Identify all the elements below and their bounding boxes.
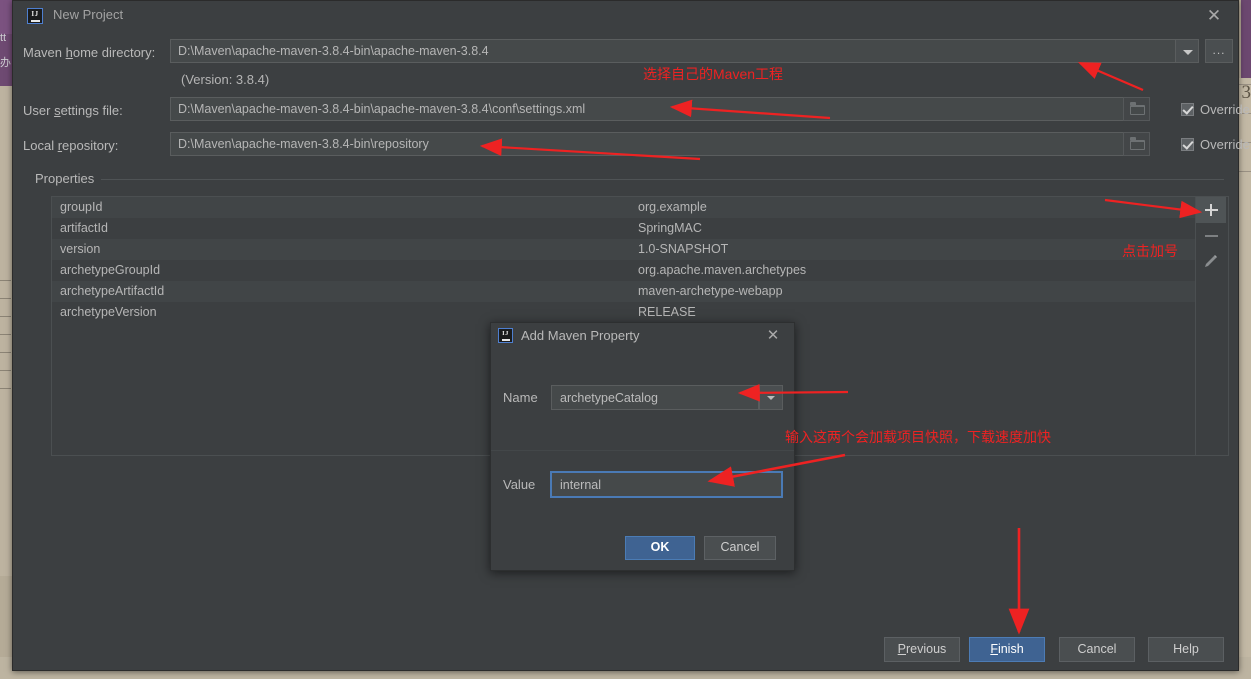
finish-button[interactable]: Finish <box>969 637 1045 662</box>
previous-button[interactable]: Previous <box>884 637 960 662</box>
properties-table[interactable]: groupId org.example artifactId SpringMAC ver… <box>52 197 1219 323</box>
user-settings-override[interactable]: Override <box>1181 102 1250 117</box>
local-repository-browse-button[interactable] <box>1123 132 1150 156</box>
table-row[interactable]: version 1.0-SNAPSHOT <box>52 239 1219 260</box>
property-key: archetypeVersion <box>60 305 157 319</box>
maven-version-text: (Version: 3.8.4) <box>181 72 270 87</box>
property-key: archetypeGroupId <box>60 263 161 277</box>
maven-home-input[interactable]: D:\Maven\apache-maven-3.8.4-bin\apache-m… <box>170 39 1185 63</box>
name-label: Name <box>503 390 538 405</box>
table-row[interactable]: artifactId SpringMAC <box>52 218 1219 239</box>
add-maven-property-dialog: IJ Add Maven Property ✕ Name archetypeCa… <box>490 322 795 571</box>
maven-home-label: Maven home directory: <box>23 45 156 60</box>
intellij-logo-icon: IJ <box>498 328 513 343</box>
local-repository-input[interactable]: D:\Maven\apache-maven-3.8.4-bin\reposito… <box>170 132 1125 156</box>
new-project-dialog: IJ New Project ✕ Maven home directory: D… <box>12 0 1250 671</box>
dialog-title: Add Maven Property <box>521 328 640 343</box>
maven-home-dropdown-arrow[interactable] <box>1175 39 1199 63</box>
background-left-lines <box>0 280 11 430</box>
properties-group-label: Properties <box>35 171 102 186</box>
cancel-button[interactable]: Cancel <box>704 536 776 560</box>
background-purple-strip-right <box>1241 0 1251 78</box>
user-settings-browse-button[interactable] <box>1123 97 1150 121</box>
property-value: org.apache.maven.archetypes <box>638 263 807 277</box>
property-value: org.example <box>638 200 707 214</box>
background-left-text-1: tt <box>0 32 7 44</box>
table-row[interactable]: archetypeArtifactId maven-archetype-webap… <box>52 281 1219 302</box>
background-right-number: 3 <box>1241 82 1251 103</box>
value-input[interactable]: internal <box>550 471 783 498</box>
table-row[interactable]: archetypeVersion RELEASE <box>52 302 1219 323</box>
name-dropdown-arrow[interactable] <box>759 385 783 410</box>
property-value: RELEASE <box>638 305 696 319</box>
background-purple-strip-top <box>0 0 12 34</box>
folder-icon <box>1130 137 1145 150</box>
close-icon[interactable]: ✕ <box>1204 6 1224 26</box>
plus-icon[interactable] <box>1196 197 1226 223</box>
user-settings-label: User settings file: <box>23 103 123 118</box>
override-checkbox-1[interactable] <box>1181 103 1194 116</box>
dialog-divider <box>491 450 794 451</box>
property-value: maven-archetype-webapp <box>638 284 783 298</box>
help-button[interactable]: Help <box>1148 637 1224 662</box>
folder-icon <box>1130 102 1145 115</box>
table-row[interactable]: groupId org.example <box>52 197 1219 218</box>
property-key: version <box>60 242 101 256</box>
table-row[interactable]: archetypeGroupId org.apache.maven.archety… <box>52 260 1219 281</box>
property-key: groupId <box>60 200 103 214</box>
value-label: Value <box>503 477 536 492</box>
property-key: archetypeArtifactId <box>60 284 165 298</box>
property-value: 1.0-SNAPSHOT <box>638 242 729 256</box>
property-value: SpringMAC <box>638 221 702 235</box>
window-title: New Project <box>53 7 124 22</box>
properties-group-rule <box>35 179 1224 180</box>
properties-toolbar <box>1195 197 1228 455</box>
property-key: artifactId <box>60 221 108 235</box>
minus-icon[interactable] <box>1196 223 1226 249</box>
user-settings-input[interactable]: D:\Maven\apache-maven-3.8.4-bin\apache-m… <box>170 97 1125 121</box>
dialog-titlebar: IJ Add Maven Property ✕ <box>491 323 794 350</box>
override-checkbox-2[interactable] <box>1181 138 1194 151</box>
intellij-logo-icon: IJ <box>27 8 43 24</box>
window-titlebar: IJ New Project ✕ <box>13 1 1238 31</box>
wizard-cancel-button[interactable]: Cancel <box>1059 637 1135 662</box>
name-input[interactable]: archetypeCatalog <box>551 385 759 410</box>
background-left-text-2: 办 <box>0 57 11 69</box>
close-icon[interactable]: ✕ <box>764 327 782 345</box>
maven-home-browse-button[interactable]: ... <box>1205 39 1233 63</box>
local-repository-label: Local repository: <box>23 138 119 153</box>
pencil-icon[interactable] <box>1196 249 1226 275</box>
ok-button[interactable]: OK <box>625 536 695 560</box>
local-repository-override[interactable]: Override <box>1181 137 1250 152</box>
